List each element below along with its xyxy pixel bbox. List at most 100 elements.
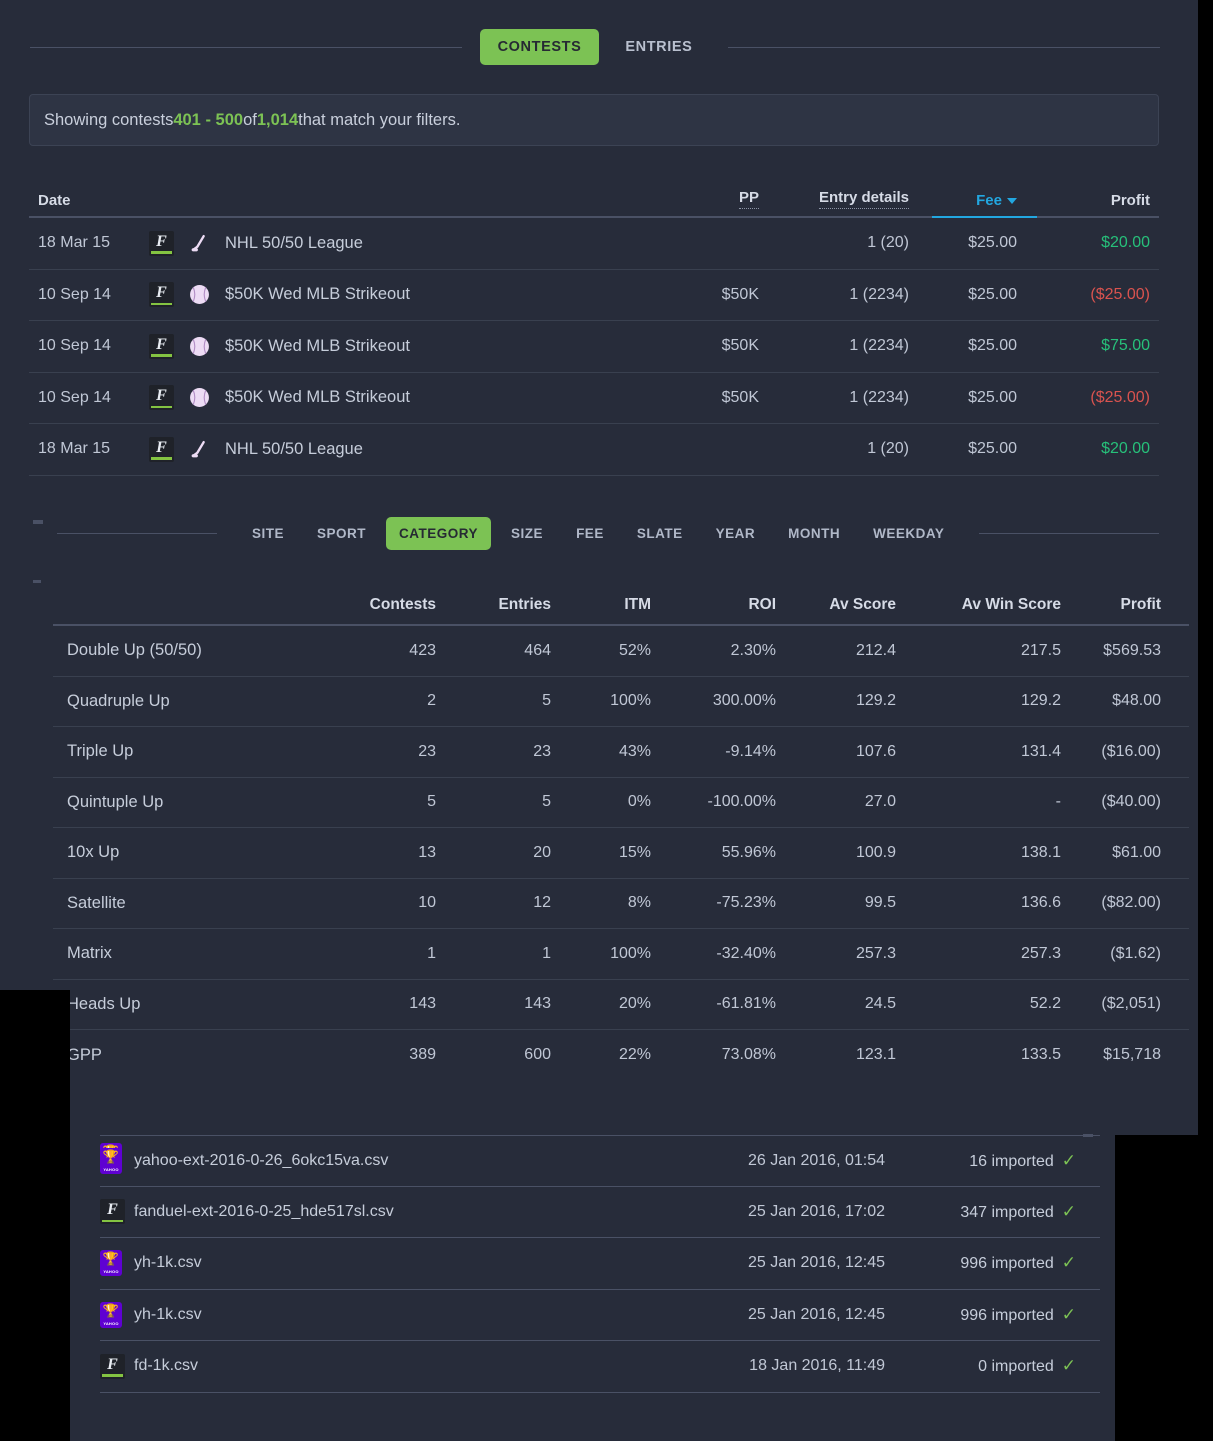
fanduel-icon: F	[149, 385, 174, 411]
import-status: 16 imported ✓	[885, 1151, 1100, 1171]
cell-av-win-score: 52.2	[1029, 995, 1061, 1013]
table-row[interactable]: 10 Sep 14 F $50K Wed MLB Strikeout $50K 1 (2…	[29, 270, 1159, 321]
stats-header-profit[interactable]: Profit	[1061, 596, 1171, 624]
fanduel-icon: F	[100, 1353, 125, 1379]
stats-header-itm[interactable]: ITM	[551, 596, 651, 624]
cell-contest-name[interactable]: $50K Wed MLB Strikeout	[225, 285, 639, 304]
cell-itm: 43%	[618, 742, 651, 760]
banner-range: 401 - 500	[173, 110, 244, 129]
cell-entries: 12	[533, 894, 551, 912]
check-icon: ✓	[1061, 1253, 1076, 1273]
list-item[interactable]: 🏆 YAHOO yahoo-ext-2016-0-26_6okc15va.csv 26…	[100, 1135, 1100, 1187]
cell-entry-details: 1 (2234)	[849, 388, 909, 406]
cell-contest-name[interactable]: NHL 50/50 League	[225, 234, 639, 253]
column-header-profit[interactable]: Profit	[1034, 192, 1159, 218]
table-row[interactable]: 10 Sep 14 F $50K Wed MLB Strikeout $50K 1 (2…	[29, 321, 1159, 373]
column-header-fee[interactable]: Fee	[909, 192, 1034, 218]
cell-sport-icon	[189, 284, 225, 305]
filter-size[interactable]: SIZE	[498, 517, 556, 550]
cell-av-score: 129.2	[855, 692, 896, 710]
check-icon: ✓	[1061, 1150, 1076, 1170]
cell-entries: 143	[524, 995, 551, 1013]
table-row[interactable]: Quintuple Up 5 5 0% -100.00% 27.0 - ($40.00)	[53, 778, 1189, 828]
list-item[interactable]: 🏆 YAHOO yh-1k.csv 25 Jan 2016, 12:45 996 imp…	[100, 1290, 1100, 1341]
table-row[interactable]: Double Up (50/50) 423 464 52% 2.30% 212.4 217.…	[53, 626, 1189, 677]
filter-site[interactable]: SITE	[239, 517, 297, 550]
filter-fee[interactable]: FEE	[563, 517, 617, 550]
tab-contests[interactable]: CONTESTS	[479, 29, 600, 65]
import-status: 347 imported ✓	[885, 1202, 1100, 1222]
table-row[interactable]: Satellite 10 12 8% -75.23% 99.5 136.6 ($82.00)	[53, 879, 1189, 929]
stats-header-av-win-score[interactable]: Av Win Score	[896, 596, 1061, 624]
stats-header-entries[interactable]: Entries	[436, 596, 551, 624]
filter-weekday[interactable]: WEEKDAY	[860, 517, 957, 550]
import-filename[interactable]: fd-1k.csv	[130, 1357, 625, 1375]
import-filename[interactable]: yh-1k.csv	[130, 1254, 625, 1272]
cell-contest-name[interactable]: $50K Wed MLB Strikeout	[225, 337, 639, 356]
cell-av-score: 107.6	[855, 742, 896, 760]
import-count-label: 0 imported	[978, 1358, 1054, 1376]
cell-entries: 5	[542, 692, 551, 710]
cell-date: 18 Mar 15	[38, 234, 111, 252]
edge-mark	[33, 580, 41, 583]
table-row[interactable]: 18 Mar 15 F NHL 50/50 League 1 (20) $25.00 $2…	[29, 424, 1159, 476]
column-header-entry-details[interactable]: Entry details	[759, 189, 909, 218]
stats-table-header: Contests Entries ITM ROI Av Score Av Win…	[53, 580, 1189, 626]
cell-contest-name[interactable]: $50K Wed MLB Strikeout	[225, 388, 639, 407]
cell-contest-name[interactable]: NHL 50/50 League	[225, 440, 639, 459]
cell-contests: 10	[418, 894, 436, 912]
filter-sport[interactable]: SPORT	[304, 517, 379, 550]
cell-pp: $50K	[721, 388, 759, 406]
cell-contests: 23	[418, 742, 436, 760]
table-row[interactable]: 10 Sep 14 F $50K Wed MLB Strikeout $50K 1 (2…	[29, 373, 1159, 424]
tab-entries[interactable]: ENTRIES	[607, 29, 710, 65]
table-row[interactable]: Heads Up 143 143 20% -61.81% 24.5 52.2 ($2,051)	[53, 980, 1189, 1030]
imports-list: 🏆 YAHOO yahoo-ext-2016-0-26_6okc15va.csv 26…	[100, 1135, 1100, 1393]
cell-category: Heads Up	[67, 994, 141, 1013]
list-item[interactable]: Ffanduel-ext-2016-0-25_hde517sl.csv 25 Ja…	[100, 1187, 1100, 1238]
import-date: 26 Jan 2016, 01:54	[747, 1151, 885, 1169]
filter-divider-left	[57, 532, 217, 534]
stats-header-av-score[interactable]: Av Score	[776, 596, 896, 624]
site-icon: 🏆YAHOO	[100, 1250, 130, 1277]
import-filename[interactable]: yh-1k.csv	[130, 1306, 625, 1324]
import-filename[interactable]: yahoo-ext-2016-0-26_6okc15va.csv	[130, 1152, 625, 1170]
app-root: CONTESTS ENTRIES Showing contests 401 - 5…	[0, 0, 1213, 1441]
cell-site-icon: F	[149, 436, 189, 462]
filter-slate[interactable]: SLATE	[624, 517, 696, 550]
category-stats-table: Contests Entries ITM ROI Av Score Av Win…	[53, 580, 1189, 1081]
contests-row-list: 18 Mar 15 F NHL 50/50 League 1 (20) $25.00 $2…	[29, 218, 1159, 476]
stats-header-contests[interactable]: Contests	[318, 596, 436, 624]
cell-av-win-score: 136.6	[1020, 894, 1061, 912]
cell-category: 10x Up	[67, 843, 120, 862]
edge-mark	[33, 520, 43, 524]
cell-entries: 600	[524, 1046, 551, 1064]
cell-av-win-score: 257.3	[1020, 944, 1061, 962]
stats-header-name	[53, 614, 318, 624]
banner-mid: of	[243, 110, 257, 129]
page-gutter-left	[0, 990, 70, 1441]
table-row[interactable]: 18 Mar 15 F NHL 50/50 League 1 (20) $25.00 $2…	[29, 218, 1159, 270]
cell-av-score: 100.9	[855, 843, 896, 861]
import-count-label: 16 imported	[969, 1152, 1054, 1170]
cell-contests: 389	[409, 1046, 436, 1064]
cell-contests: 13	[418, 843, 436, 861]
list-item[interactable]: Ffd-1k.csv 18 Jan 2016, 11:49 0 imported ✓	[100, 1341, 1100, 1393]
filter-category[interactable]: CATEGORY	[386, 516, 492, 550]
filter-year[interactable]: YEAR	[703, 517, 769, 550]
table-row[interactable]: Triple Up 23 23 43% -9.14% 107.6 131.4 ($16.00)	[53, 727, 1189, 778]
filter-month[interactable]: MONTH	[775, 517, 853, 550]
table-row[interactable]: 10x Up 13 20 15% 55.96% 100.9 138.1 $61.00	[53, 828, 1189, 879]
cell-entry-details: 1 (2234)	[849, 337, 909, 355]
table-row[interactable]: GPP 389 600 22% 73.08% 123.1 133.5 $15,718	[53, 1030, 1189, 1081]
cell-itm: 20%	[618, 995, 651, 1013]
banner-suffix: that match your filters.	[298, 110, 461, 129]
column-header-date[interactable]: Date	[29, 192, 149, 218]
import-filename[interactable]: fanduel-ext-2016-0-25_hde517sl.csv	[130, 1203, 625, 1221]
import-status: 996 imported ✓	[885, 1305, 1100, 1325]
table-row[interactable]: Matrix 1 1 100% -32.40% 257.3 257.3 ($1.62)	[53, 929, 1189, 980]
stats-header-roi[interactable]: ROI	[651, 596, 776, 624]
list-item[interactable]: 🏆 YAHOO yh-1k.csv 25 Jan 2016, 12:45 996 imp…	[100, 1238, 1100, 1290]
table-row[interactable]: Quadruple Up 2 5 100% 300.00% 129.2 129.2 $48.0…	[53, 677, 1189, 727]
column-header-pp[interactable]: PP	[639, 189, 759, 218]
